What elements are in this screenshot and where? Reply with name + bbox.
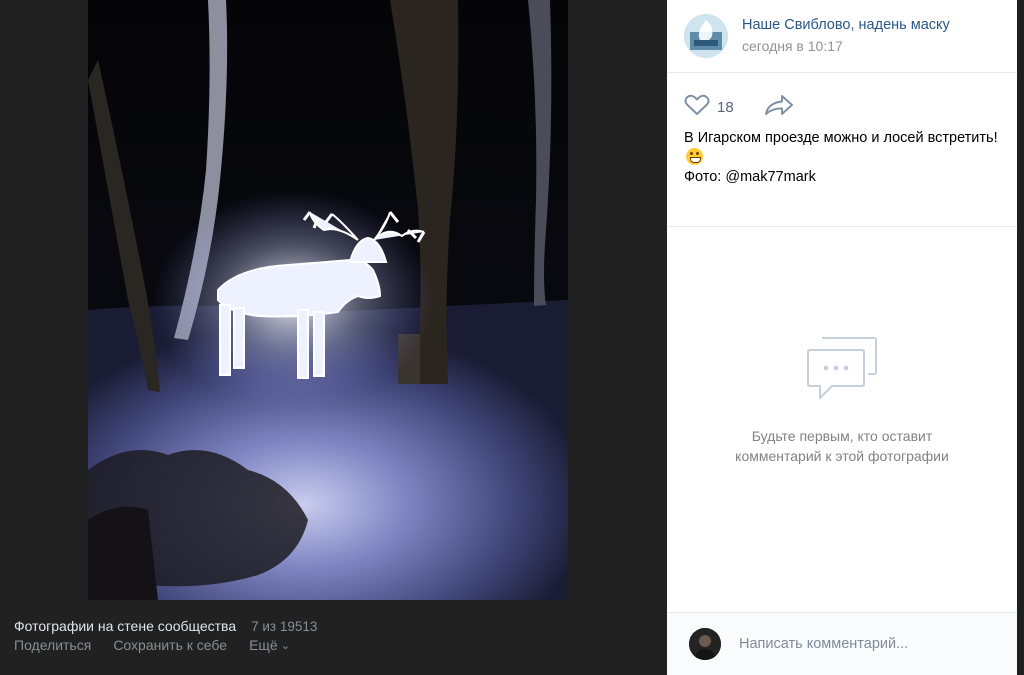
save-to-profile-link[interactable]: Сохранить к себе bbox=[113, 637, 227, 653]
post-header: Наше Свиблово, надень маску сегодня в 10… bbox=[667, 0, 1017, 73]
share-button[interactable] bbox=[764, 94, 794, 121]
photo-image[interactable] bbox=[88, 0, 568, 600]
post-timestamp[interactable]: сегодня в 10:17 bbox=[742, 38, 843, 54]
album-title-link[interactable]: Фотографии на стене сообщества bbox=[14, 618, 236, 634]
like-count: 18 bbox=[717, 99, 734, 116]
post-text: В Игарском проезде можно и лосей встрети… bbox=[684, 129, 1004, 187]
post-message: В Игарском проезде можно и лосей встрети… bbox=[684, 130, 998, 146]
divider bbox=[667, 226, 1017, 227]
share-arrow-icon bbox=[764, 94, 794, 121]
grinning-emoji-icon bbox=[686, 148, 703, 165]
photo-viewer: Фотографии на стене сообщества 7 из 1951… bbox=[0, 0, 667, 674]
share-link[interactable]: Поделиться bbox=[14, 637, 91, 653]
post-actions: 18 bbox=[684, 94, 794, 121]
no-comments-message: Будьте первым, кто оставит комментарий к… bbox=[735, 428, 949, 464]
comment-composer bbox=[667, 612, 1017, 675]
window-edge bbox=[1017, 0, 1024, 674]
comment-input[interactable] bbox=[735, 631, 1013, 657]
photo-credit: Фото: @mak77mark bbox=[684, 169, 816, 185]
like-button[interactable]: 18 bbox=[684, 94, 734, 121]
photo-counter: 7 из 19513 bbox=[251, 619, 318, 634]
post-sidebar: Наше Свиблово, надень маску сегодня в 10… bbox=[667, 0, 1017, 675]
chevron-down-icon: ⌄ bbox=[280, 640, 290, 652]
photo-caption: Фотографии на стене сообщества 7 из 1951… bbox=[14, 618, 654, 653]
more-label: Ещё bbox=[249, 637, 278, 653]
group-name-link[interactable]: Наше Свиблово, надень маску bbox=[742, 17, 950, 33]
more-menu[interactable]: Ещё ⌄ bbox=[249, 637, 290, 653]
heart-icon bbox=[684, 94, 710, 121]
group-avatar[interactable] bbox=[684, 14, 728, 58]
speech-bubble-icon bbox=[806, 336, 878, 409]
user-avatar[interactable] bbox=[689, 628, 721, 660]
